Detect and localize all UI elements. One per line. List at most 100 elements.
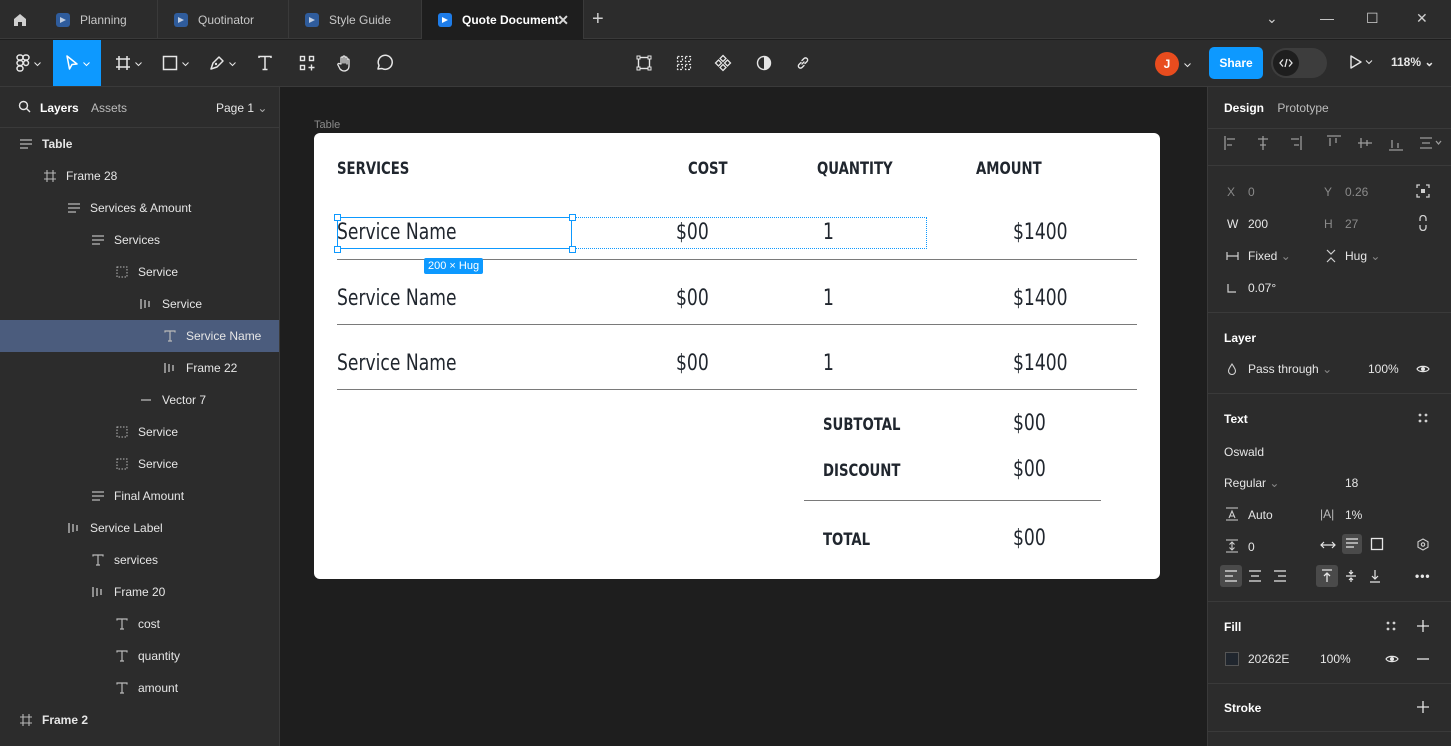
vertical-align-bottom-icon[interactable] bbox=[1369, 569, 1381, 583]
row-2-quantity[interactable]: 1 bbox=[823, 286, 834, 311]
layer-row[interactable]: Frame 28 bbox=[0, 160, 279, 192]
align-left-button[interactable] bbox=[1220, 565, 1242, 587]
layer-row[interactable]: Service bbox=[0, 416, 279, 448]
layer-row[interactable]: Frame 22 bbox=[0, 352, 279, 384]
move-tool-button[interactable] bbox=[53, 40, 101, 86]
discount-value[interactable]: $00 bbox=[1013, 457, 1046, 482]
text-align-right-icon[interactable] bbox=[1273, 570, 1287, 582]
search-icon[interactable] bbox=[18, 100, 31, 116]
close-window-icon[interactable]: ✕ bbox=[1416, 10, 1428, 27]
layer-row[interactable]: Services & Amount bbox=[0, 192, 279, 224]
subtotal-label[interactable]: SUBTOTAL bbox=[823, 415, 900, 435]
row-3-quantity[interactable]: 1 bbox=[823, 351, 834, 376]
add-stroke-icon[interactable] bbox=[1417, 701, 1429, 713]
header-cost[interactable]: COST bbox=[688, 159, 728, 179]
width-mode-select[interactable]: Fixed ⌄ bbox=[1248, 249, 1291, 263]
resources-button[interactable] bbox=[292, 40, 322, 86]
align-top-button[interactable] bbox=[1316, 565, 1338, 587]
layout-grid-button[interactable] bbox=[670, 40, 698, 86]
layer-row[interactable]: amount bbox=[0, 672, 279, 704]
tab-quote-document[interactable]: Quote Document ✕ bbox=[422, 0, 584, 39]
header-services[interactable]: SERVICES bbox=[337, 159, 409, 179]
constraints-icon[interactable] bbox=[1416, 184, 1430, 198]
present-button[interactable] bbox=[1349, 54, 1373, 73]
x-input[interactable]: 0 bbox=[1248, 185, 1255, 199]
line-height-input[interactable]: Auto bbox=[1248, 508, 1273, 522]
font-weight-select[interactable]: Regular ⌄ bbox=[1224, 476, 1279, 490]
tab-layers[interactable]: Layers bbox=[40, 101, 79, 115]
text-tool-button[interactable] bbox=[250, 40, 280, 86]
minimize-icon[interactable]: — bbox=[1320, 10, 1334, 26]
selection-box[interactable] bbox=[337, 217, 572, 249]
chevron-down-icon[interactable]: ⌄ bbox=[1266, 10, 1278, 27]
mask-button[interactable] bbox=[750, 40, 778, 86]
layer-row[interactable]: Table bbox=[0, 128, 279, 160]
vertical-align-middle-icon[interactable] bbox=[1345, 569, 1357, 583]
rotation-input[interactable]: 0.07° bbox=[1248, 281, 1276, 295]
y-input[interactable]: 0.26 bbox=[1345, 185, 1368, 199]
discount-label[interactable]: DISCOUNT bbox=[823, 461, 900, 481]
subtotal-value[interactable]: $00 bbox=[1013, 411, 1046, 436]
eye-icon[interactable] bbox=[1385, 654, 1399, 664]
row-1-amount[interactable]: $1400 bbox=[1013, 220, 1068, 245]
tab-design[interactable]: Design bbox=[1224, 101, 1264, 115]
home-button[interactable] bbox=[0, 0, 40, 39]
row-2-amount[interactable]: $1400 bbox=[1013, 286, 1068, 311]
height-mode-select[interactable]: Hug ⌄ bbox=[1345, 249, 1380, 263]
paragraph-spacing-input[interactable]: 0 bbox=[1248, 540, 1255, 554]
header-quantity[interactable]: QUANTITY bbox=[817, 159, 893, 179]
link-button[interactable] bbox=[789, 40, 817, 86]
layer-row[interactable]: quantity bbox=[0, 640, 279, 672]
constrain-proportions-icon[interactable] bbox=[1418, 215, 1428, 231]
layer-row[interactable]: Services bbox=[0, 224, 279, 256]
fill-opacity-input[interactable]: 100% bbox=[1320, 652, 1351, 666]
layer-row[interactable]: Service Name bbox=[0, 320, 279, 352]
resize-handle[interactable] bbox=[334, 246, 341, 253]
remove-fill-icon[interactable] bbox=[1417, 658, 1429, 660]
layer-row[interactable]: Service bbox=[0, 288, 279, 320]
tab-quotinator[interactable]: Quotinator bbox=[158, 0, 289, 39]
tab-planning[interactable]: Planning bbox=[40, 0, 158, 39]
frame-selection-button[interactable] bbox=[630, 40, 658, 86]
tab-style-guide[interactable]: Style Guide bbox=[289, 0, 422, 39]
table-frame[interactable]: SERVICES COST QUANTITY AMOUNT Service Na… bbox=[314, 133, 1160, 579]
layer-row[interactable]: Service bbox=[0, 256, 279, 288]
layer-row[interactable]: Service Label bbox=[0, 512, 279, 544]
font-size-input[interactable]: 18 bbox=[1345, 476, 1358, 490]
avatar[interactable]: J bbox=[1155, 52, 1179, 76]
layer-row[interactable]: Service bbox=[0, 448, 279, 480]
new-tab-button[interactable]: + bbox=[592, 8, 604, 31]
row-2-service-name[interactable]: Service Name bbox=[337, 286, 457, 311]
canvas[interactable]: Table SERVICES COST QUANTITY AMOUNT Serv… bbox=[280, 87, 1207, 746]
w-input[interactable]: 200 bbox=[1248, 217, 1268, 231]
font-family-select[interactable]: Oswald bbox=[1224, 445, 1264, 459]
shape-tool-button[interactable] bbox=[155, 40, 195, 86]
row-2-cost[interactable]: $00 bbox=[676, 286, 709, 311]
alignment-icons[interactable] bbox=[1224, 135, 1444, 151]
row-3-cost[interactable]: $00 bbox=[676, 351, 709, 376]
frame-tool-button[interactable] bbox=[108, 40, 148, 86]
dev-mode-toggle[interactable] bbox=[1271, 48, 1327, 78]
page-selector[interactable]: Page 1 ⌄ bbox=[216, 101, 267, 115]
resize-handle[interactable] bbox=[569, 214, 576, 221]
layer-row[interactable]: Final Amount bbox=[0, 480, 279, 512]
layer-row[interactable]: services bbox=[0, 544, 279, 576]
text-settings-icon[interactable] bbox=[1417, 538, 1429, 551]
close-tab-icon[interactable]: ✕ bbox=[557, 12, 569, 29]
row-3-service-name[interactable]: Service Name bbox=[337, 351, 457, 376]
text-styles-icon[interactable] bbox=[1418, 413, 1428, 423]
frame-label[interactable]: Table bbox=[314, 119, 340, 131]
layer-row[interactable]: cost bbox=[0, 608, 279, 640]
hand-tool-button[interactable] bbox=[330, 40, 360, 86]
resize-handle[interactable] bbox=[334, 214, 341, 221]
chevron-down-icon[interactable] bbox=[1184, 57, 1191, 71]
fixed-size-icon[interactable] bbox=[1370, 537, 1384, 551]
blend-mode-select[interactable]: Pass through ⌄ bbox=[1248, 362, 1332, 376]
fill-hex-input[interactable]: 20262E bbox=[1248, 652, 1289, 666]
layer-row[interactable]: Frame 20 bbox=[0, 576, 279, 608]
layer-row[interactable]: Vector 7 bbox=[0, 384, 279, 416]
layer-opacity-input[interactable]: 100% bbox=[1368, 362, 1399, 376]
layer-row[interactable]: Frame 2 bbox=[0, 704, 279, 736]
add-fill-icon[interactable] bbox=[1417, 620, 1429, 632]
maximize-icon[interactable]: ☐ bbox=[1366, 10, 1379, 27]
